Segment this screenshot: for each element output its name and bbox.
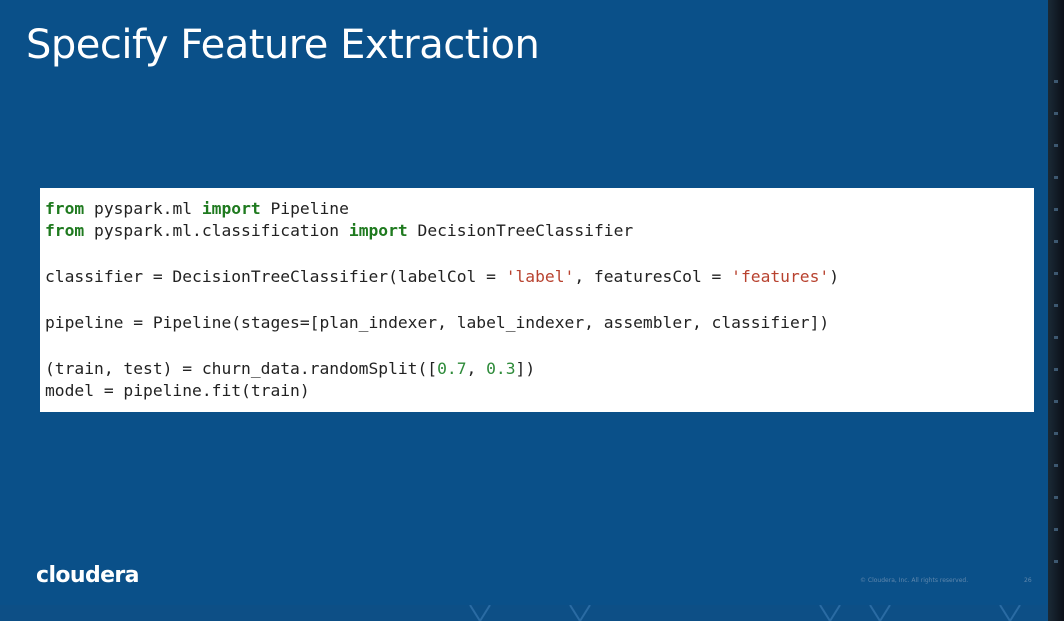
number-literal: 0.3	[486, 359, 516, 378]
number-literal: 0.7	[437, 359, 467, 378]
copyright-text: © Cloudera, Inc. All rights reserved.	[860, 577, 969, 584]
code-line-3: classifier = DecisionTreeClassifier(labe…	[45, 266, 839, 288]
code-text: ,	[466, 359, 487, 378]
code-line-2: from pyspark.ml.classification import De…	[45, 220, 839, 242]
string-literal: 'features'	[731, 267, 830, 286]
chevron-pattern-icon	[469, 604, 1021, 621]
code-text: pipeline = Pipeline(stages=[plan_indexer…	[45, 313, 830, 332]
code-text: ])	[515, 359, 536, 378]
slide-title: Specify Feature Extraction	[26, 22, 540, 68]
keyword-from: from	[45, 221, 85, 240]
code-block: from pyspark.ml import Pipeline from pysp…	[45, 198, 839, 402]
code-line-1: from pyspark.ml import Pipeline	[45, 198, 839, 220]
code-line-6: model = pipeline.fit(train)	[45, 380, 839, 402]
code-text: (train, test) = churn_data.randomSplit([	[45, 359, 438, 378]
keyword-import: import	[201, 199, 261, 218]
page-number: 26	[1024, 577, 1032, 584]
import-name: Pipeline	[260, 199, 349, 218]
code-text: , featuresCol =	[574, 267, 732, 286]
code-line-5: (train, test) = churn_data.randomSplit([…	[45, 358, 839, 380]
import-name: DecisionTreeClassifier	[407, 221, 634, 240]
string-literal: 'label'	[505, 267, 575, 286]
keyword-import: import	[348, 221, 408, 240]
slide: Specify Feature Extraction from pyspark.…	[0, 0, 1048, 621]
cloudera-logo: cloudera	[36, 563, 140, 588]
code-panel: from pyspark.ml import Pipeline from pysp…	[40, 188, 1034, 412]
module-name: pyspark.ml	[84, 199, 202, 218]
bottom-decoration	[0, 604, 1048, 621]
code-text: )	[829, 267, 840, 286]
code-text: model = pipeline.fit(train)	[45, 381, 310, 400]
code-text: classifier = DecisionTreeClassifier(labe…	[45, 267, 506, 286]
code-line-4: pipeline = Pipeline(stages=[plan_indexer…	[45, 312, 839, 334]
keyword-from: from	[45, 199, 85, 218]
edge-tick-marks	[1054, 80, 1058, 563]
module-name: pyspark.ml.classification	[84, 221, 349, 240]
